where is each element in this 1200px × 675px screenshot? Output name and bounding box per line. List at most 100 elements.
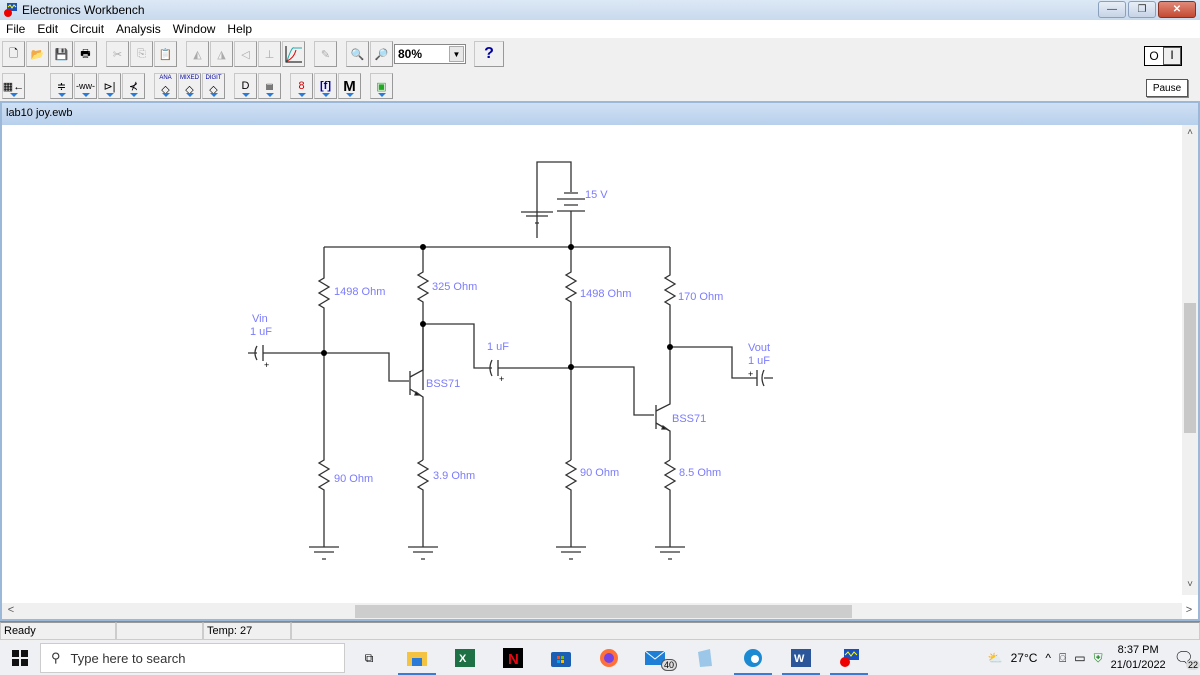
battery-15v[interactable]	[521, 161, 585, 247]
circuit-canvas[interactable]: 15 V 1498 Ohm 325 Ohm 1498 Ohm 170 Ohm V…	[2, 125, 1182, 595]
netflix-icon: N	[503, 648, 523, 668]
r6-label: 3.9 Ohm	[433, 470, 475, 482]
logic-gates-bin-button[interactable]: D	[234, 73, 257, 99]
indicators-bin-button[interactable]: 8	[290, 73, 313, 99]
copy-button[interactable]: ⎘	[130, 41, 153, 67]
resistor-r1[interactable]	[317, 247, 331, 353]
misc-icon: M	[343, 77, 356, 95]
transistor-q2[interactable]	[655, 347, 671, 460]
weather-temp[interactable]: 27°C	[1011, 651, 1038, 665]
r4-label: 170 Ohm	[678, 291, 723, 303]
electronics-workbench-app[interactable]	[825, 641, 873, 675]
print-button[interactable]: 🖶	[74, 41, 97, 67]
capacitor-vin[interactable]	[248, 345, 324, 361]
security-shield-icon[interactable]: ⛨	[1094, 651, 1103, 666]
word-app[interactable]: W	[777, 641, 825, 675]
cut-button[interactable]: ✂	[106, 41, 129, 67]
excel-app[interactable]: X	[441, 641, 489, 675]
subcircuit-button[interactable]: ⊥	[258, 41, 281, 67]
menu-bar: File Edit Circuit Analysis Window Help	[0, 20, 1200, 38]
menu-window[interactable]: Window	[167, 20, 222, 38]
notifications-icon[interactable]: 🗨 22	[1174, 648, 1200, 670]
zoom-select[interactable]: 80% ▼	[394, 44, 466, 64]
help-button[interactable]: ?	[474, 41, 504, 67]
netflix-app[interactable]: N	[489, 641, 537, 675]
horizontal-scroll-thumb[interactable]	[355, 605, 852, 618]
menu-analysis[interactable]: Analysis	[110, 20, 167, 38]
printer-icon: 🖶	[80, 47, 91, 60]
r8-label: 8.5 Ohm	[679, 467, 721, 479]
and-gate-icon: D	[241, 80, 250, 92]
pause-button[interactable]: Pause	[1146, 79, 1188, 97]
sources-bin-button[interactable]: ≑	[50, 73, 73, 99]
vout-label: Vout	[748, 342, 770, 354]
clock[interactable]: 8:37 PM 21/01/2022	[1111, 643, 1166, 673]
scroll-down-icon[interactable]: ˅	[1182, 579, 1198, 593]
instruments-bin-button[interactable]: ▣	[370, 73, 393, 99]
minimize-button[interactable]: —	[1098, 1, 1126, 18]
miscellaneous-bin-button[interactable]: M	[338, 73, 361, 99]
digital-bin-button[interactable]: ▤	[258, 73, 281, 99]
scroll-right-icon[interactable]: >	[1182, 604, 1196, 616]
diodes-bin-button[interactable]: ⊳|	[98, 73, 121, 99]
menu-help[interactable]: Help	[221, 20, 258, 38]
task-view-button[interactable]: ⧉	[345, 641, 393, 675]
r5-label: 90 Ohm	[334, 473, 373, 485]
battery-icon[interactable]: ▭	[1074, 651, 1085, 665]
digital-ics-bin-button[interactable]: DIGIT ◇	[202, 73, 225, 99]
save-button[interactable]: 💾	[50, 41, 73, 67]
open-folder-icon: 📂	[30, 48, 45, 61]
basic-bin-button[interactable]: -ww-	[74, 73, 97, 99]
mixed-ics-bin-button[interactable]: MIXED ◇	[178, 73, 201, 99]
notepad-app[interactable]	[681, 641, 729, 675]
menu-circuit[interactable]: Circuit	[64, 20, 110, 38]
zoom-out-button[interactable]: 🔍	[346, 41, 369, 67]
resistor-r4[interactable]	[663, 247, 677, 347]
graph-button[interactable]	[282, 41, 305, 67]
taskbar-search[interactable]: ⚲ Type here to search	[40, 643, 345, 673]
file-explorer-app[interactable]	[393, 641, 441, 675]
flip-vertical-button[interactable]: ◁	[234, 41, 257, 67]
menu-edit[interactable]: Edit	[31, 20, 64, 38]
controls-bin-button[interactable]: [f]	[314, 73, 337, 99]
edge-app[interactable]	[729, 641, 777, 675]
flip-horizontal-button[interactable]: ◮	[210, 41, 233, 67]
transistor-q1[interactable]	[409, 324, 424, 460]
camera-icon[interactable]: ⌼	[1059, 651, 1066, 666]
horizontal-scrollbar[interactable]: < >	[2, 603, 1192, 619]
windows-logo-icon	[12, 650, 28, 666]
start-button[interactable]	[0, 641, 40, 675]
scroll-left-icon[interactable]: <	[4, 604, 18, 616]
document-window: lab10 joy.ewb 15 V 1498 Ohm 325 Ohm 1498…	[0, 101, 1200, 621]
paste-button[interactable]: 📋	[154, 41, 177, 67]
excel-icon: X	[455, 649, 475, 667]
close-button[interactable]: ✕	[1158, 1, 1196, 18]
component-properties-button[interactable]: ✎	[314, 41, 337, 67]
vertical-scrollbar[interactable]: ˄ ˅	[1182, 125, 1198, 595]
rotate-button[interactable]: ◭	[186, 41, 209, 67]
scroll-up-icon[interactable]: ˄	[1182, 127, 1198, 141]
transistors-bin-button[interactable]: ⊀	[122, 73, 145, 99]
restore-button[interactable]: ❐	[1128, 1, 1156, 18]
resistor-r3[interactable]	[564, 247, 578, 367]
menu-file[interactable]: File	[0, 20, 31, 38]
new-button[interactable]: 🗋	[2, 41, 25, 67]
digital-ic-icon: DIGIT	[205, 75, 222, 81]
schematic: 15 V 1498 Ohm 325 Ohm 1498 Ohm 170 Ohm V…	[248, 161, 773, 560]
vertical-scroll-thumb[interactable]	[1184, 303, 1196, 433]
zoom-in-button[interactable]: 🔎	[370, 41, 393, 67]
chevron-down-icon[interactable]: ▼	[449, 46, 464, 62]
folder-icon	[407, 652, 427, 666]
analog-ics-bin-button[interactable]: ANA ◇	[154, 73, 177, 99]
firefox-app[interactable]	[585, 641, 633, 675]
r2-label: 325 Ohm	[432, 281, 477, 293]
open-button[interactable]: 📂	[26, 41, 49, 67]
search-icon: ⚲	[51, 650, 61, 665]
store-app[interactable]	[537, 641, 585, 675]
notepad-icon	[698, 649, 712, 667]
power-switch[interactable]: OI	[1144, 46, 1182, 66]
resistor-r5[interactable]	[309, 353, 339, 560]
tray-chevron-icon[interactable]: ^	[1045, 651, 1051, 665]
favorites-bin-button[interactable]: ▦←	[2, 73, 25, 99]
mail-app[interactable]: 40	[633, 641, 681, 675]
